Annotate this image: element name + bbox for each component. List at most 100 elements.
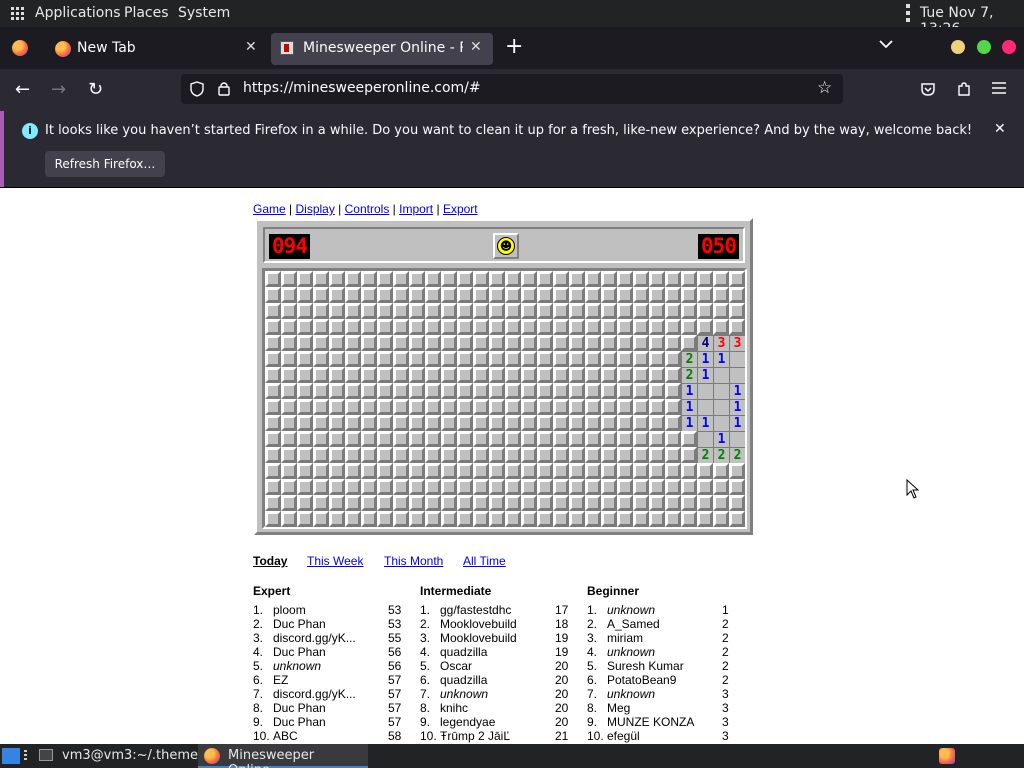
cell-unrevealed[interactable] bbox=[361, 367, 377, 383]
cell-unrevealed[interactable] bbox=[585, 383, 601, 399]
cell-unrevealed[interactable] bbox=[489, 399, 505, 415]
cell-unrevealed[interactable] bbox=[537, 303, 553, 319]
cell-unrevealed[interactable] bbox=[457, 479, 473, 495]
shield-icon[interactable] bbox=[190, 81, 204, 97]
cell-unrevealed[interactable] bbox=[409, 287, 425, 303]
cell-unrevealed[interactable] bbox=[537, 287, 553, 303]
cell-unrevealed[interactable] bbox=[473, 287, 489, 303]
cell-unrevealed[interactable] bbox=[409, 335, 425, 351]
cell-unrevealed[interactable] bbox=[553, 399, 569, 415]
cell-unrevealed[interactable] bbox=[313, 367, 329, 383]
cell-unrevealed[interactable] bbox=[521, 495, 537, 511]
cell-unrevealed[interactable] bbox=[281, 303, 297, 319]
cell-unrevealed[interactable] bbox=[729, 479, 745, 495]
cell-unrevealed[interactable] bbox=[601, 351, 617, 367]
cell-empty[interactable] bbox=[729, 367, 745, 383]
cell-unrevealed[interactable] bbox=[377, 495, 393, 511]
cell-unrevealed[interactable] bbox=[617, 271, 633, 287]
cell-unrevealed[interactable] bbox=[697, 287, 713, 303]
cell-unrevealed[interactable] bbox=[681, 447, 697, 463]
cell-unrevealed[interactable] bbox=[633, 495, 649, 511]
cell-unrevealed[interactable] bbox=[505, 351, 521, 367]
cell-unrevealed[interactable] bbox=[649, 367, 665, 383]
cell-unrevealed[interactable] bbox=[665, 415, 681, 431]
tab-new-tab[interactable]: New Tab ✕ bbox=[45, 33, 267, 65]
chevron-down-icon[interactable] bbox=[879, 37, 893, 51]
cell-unrevealed[interactable] bbox=[553, 335, 569, 351]
cell-unrevealed[interactable] bbox=[649, 335, 665, 351]
cell-unrevealed[interactable] bbox=[601, 495, 617, 511]
cell-unrevealed[interactable] bbox=[665, 511, 681, 527]
cell-unrevealed[interactable] bbox=[393, 495, 409, 511]
cell-unrevealed[interactable] bbox=[425, 335, 441, 351]
places-menu[interactable]: Places bbox=[124, 5, 169, 21]
cell-unrevealed[interactable] bbox=[665, 303, 681, 319]
cell-unrevealed[interactable] bbox=[313, 351, 329, 367]
cell-unrevealed[interactable] bbox=[553, 351, 569, 367]
cell-unrevealed[interactable] bbox=[665, 335, 681, 351]
cell-unrevealed[interactable] bbox=[313, 479, 329, 495]
cell-unrevealed[interactable] bbox=[681, 271, 697, 287]
cell-unrevealed[interactable] bbox=[553, 479, 569, 495]
cell-unrevealed[interactable] bbox=[313, 335, 329, 351]
cell-unrevealed[interactable] bbox=[441, 303, 457, 319]
cell-unrevealed[interactable] bbox=[521, 511, 537, 527]
cell-unrevealed[interactable] bbox=[393, 399, 409, 415]
cell-unrevealed[interactable] bbox=[393, 303, 409, 319]
cell-unrevealed[interactable] bbox=[425, 415, 441, 431]
cell-unrevealed[interactable] bbox=[665, 351, 681, 367]
cell-unrevealed[interactable] bbox=[377, 335, 393, 351]
cell-unrevealed[interactable] bbox=[393, 479, 409, 495]
cell-unrevealed[interactable] bbox=[681, 495, 697, 511]
system-menu[interactable]: System bbox=[178, 5, 230, 21]
cell-number[interactable]: 2 bbox=[681, 367, 697, 383]
cell-unrevealed[interactable] bbox=[665, 319, 681, 335]
cell-empty[interactable] bbox=[729, 351, 745, 367]
cell-unrevealed[interactable] bbox=[713, 463, 729, 479]
cell-unrevealed[interactable] bbox=[457, 303, 473, 319]
cell-unrevealed[interactable] bbox=[409, 463, 425, 479]
cell-unrevealed[interactable] bbox=[425, 463, 441, 479]
cell-unrevealed[interactable] bbox=[505, 511, 521, 527]
tray-firefox-icon[interactable] bbox=[939, 748, 955, 764]
cell-unrevealed[interactable] bbox=[649, 383, 665, 399]
menu-display[interactable]: Display bbox=[295, 202, 334, 216]
extensions-icon[interactable] bbox=[956, 81, 972, 97]
cell-unrevealed[interactable] bbox=[537, 495, 553, 511]
cell-unrevealed[interactable] bbox=[633, 511, 649, 527]
cell-unrevealed[interactable] bbox=[425, 287, 441, 303]
cell-unrevealed[interactable] bbox=[441, 495, 457, 511]
cell-unrevealed[interactable] bbox=[457, 271, 473, 287]
cell-unrevealed[interactable] bbox=[553, 383, 569, 399]
cell-unrevealed[interactable] bbox=[521, 303, 537, 319]
cell-unrevealed[interactable] bbox=[553, 511, 569, 527]
cell-unrevealed[interactable] bbox=[489, 463, 505, 479]
cell-unrevealed[interactable] bbox=[377, 271, 393, 287]
cell-unrevealed[interactable] bbox=[601, 399, 617, 415]
cell-unrevealed[interactable] bbox=[265, 463, 281, 479]
cell-unrevealed[interactable] bbox=[617, 351, 633, 367]
cell-empty[interactable] bbox=[713, 415, 729, 431]
cell-unrevealed[interactable] bbox=[569, 319, 585, 335]
cell-unrevealed[interactable] bbox=[553, 463, 569, 479]
cell-unrevealed[interactable] bbox=[441, 351, 457, 367]
cell-unrevealed[interactable] bbox=[297, 399, 313, 415]
cell-unrevealed[interactable] bbox=[521, 431, 537, 447]
cell-empty[interactable] bbox=[697, 399, 713, 415]
cell-unrevealed[interactable] bbox=[361, 415, 377, 431]
cell-unrevealed[interactable] bbox=[537, 335, 553, 351]
cell-unrevealed[interactable] bbox=[265, 367, 281, 383]
cell-unrevealed[interactable] bbox=[617, 495, 633, 511]
cell-unrevealed[interactable] bbox=[297, 479, 313, 495]
cell-unrevealed[interactable] bbox=[601, 271, 617, 287]
cell-unrevealed[interactable] bbox=[281, 319, 297, 335]
cell-unrevealed[interactable] bbox=[345, 351, 361, 367]
cell-unrevealed[interactable] bbox=[569, 303, 585, 319]
cell-unrevealed[interactable] bbox=[345, 287, 361, 303]
cell-unrevealed[interactable] bbox=[313, 495, 329, 511]
cell-unrevealed[interactable] bbox=[345, 399, 361, 415]
cell-unrevealed[interactable] bbox=[377, 367, 393, 383]
menu-controls[interactable]: Controls bbox=[345, 202, 390, 216]
cell-unrevealed[interactable] bbox=[473, 479, 489, 495]
cell-unrevealed[interactable] bbox=[697, 463, 713, 479]
